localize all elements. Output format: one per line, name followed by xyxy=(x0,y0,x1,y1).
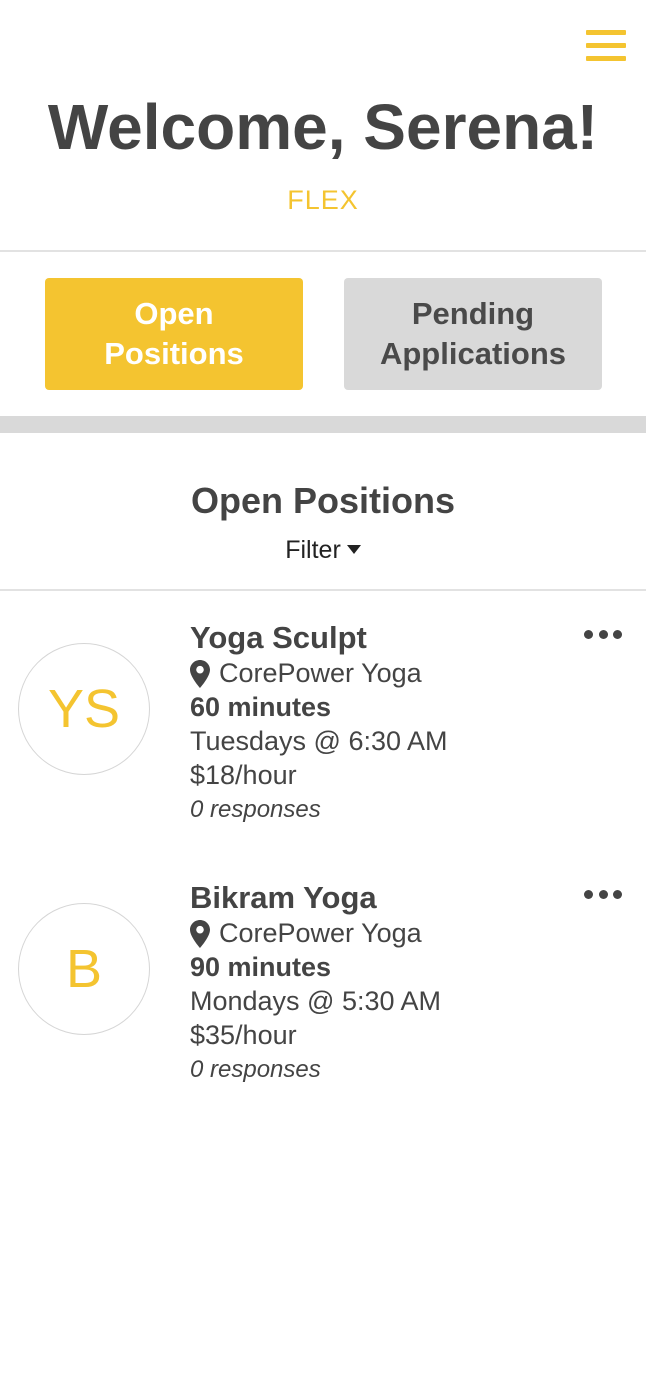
position-duration: 60 minutes xyxy=(190,692,332,722)
position-title: Yoga Sculpt xyxy=(190,620,367,655)
position-location: CorePower Yoga xyxy=(190,918,422,949)
avatar: YS xyxy=(18,643,150,775)
brand-label: FLEX xyxy=(287,185,359,215)
dot xyxy=(598,889,608,899)
tab-open-positions[interactable]: Open Positions xyxy=(45,278,303,390)
header-divider xyxy=(0,250,646,252)
position-schedule: Mondays @ 5:30 AM xyxy=(190,986,442,1016)
dot xyxy=(584,889,593,899)
dot xyxy=(598,629,608,639)
menu-bar xyxy=(586,43,626,48)
position-card[interactable]: B Bikram Yoga CorePower Yoga 90 minutes … xyxy=(0,880,646,1100)
section-separator xyxy=(0,416,646,433)
dot xyxy=(613,889,622,899)
list-divider xyxy=(0,589,646,591)
position-location: CorePower Yoga xyxy=(190,658,422,689)
tab-label-line: Positions xyxy=(104,336,244,371)
location-text: CorePower Yoga xyxy=(219,918,422,948)
avatar: B xyxy=(18,903,150,1035)
position-responses: 0 responses xyxy=(190,796,321,823)
dot xyxy=(584,629,593,639)
map-pin-icon xyxy=(190,919,210,948)
tab-label-line: Open xyxy=(134,296,214,331)
position-rate: $35/hour xyxy=(190,1020,297,1050)
position-rate: $18/hour xyxy=(190,760,297,790)
section-title: Open Positions xyxy=(190,480,456,521)
position-responses: 0 responses xyxy=(190,1056,321,1083)
app-screen: Welcome, Serena! FLEX Open Positions Pen… xyxy=(0,0,646,1392)
position-duration: 90 minutes xyxy=(190,952,332,982)
map-pin-icon xyxy=(190,659,210,688)
hamburger-menu-icon[interactable] xyxy=(585,28,627,66)
location-text: CorePower Yoga xyxy=(219,658,422,688)
dot xyxy=(613,629,622,639)
position-schedule: Tuesdays @ 6:30 AM xyxy=(190,726,448,756)
more-options-icon[interactable] xyxy=(584,884,622,904)
menu-bar xyxy=(586,30,626,35)
position-title: Bikram Yoga xyxy=(190,880,377,915)
tab-pending-applications[interactable]: Pending Applications xyxy=(344,278,602,390)
menu-bar xyxy=(586,56,626,61)
tab-label-line: Applications xyxy=(379,336,566,371)
caret-down-icon xyxy=(346,544,361,554)
position-card[interactable]: YS Yoga Sculpt CorePower Yoga 60 minutes… xyxy=(0,620,646,840)
welcome-heading: Welcome, Serena! xyxy=(47,91,599,163)
tab-label-line: Pending xyxy=(411,296,535,331)
more-options-icon[interactable] xyxy=(584,624,622,644)
filter-dropdown[interactable]: Filter xyxy=(0,536,646,565)
filter-label: Filter xyxy=(285,536,341,564)
